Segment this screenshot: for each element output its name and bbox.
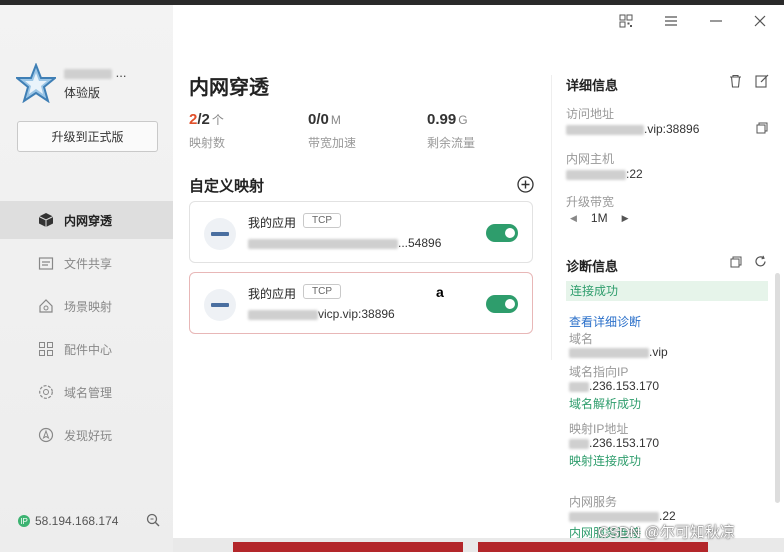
protocol-tag: TCP: [303, 284, 341, 299]
protocol-tag: TCP: [303, 213, 341, 228]
sidebar-item-label: 文件共享: [64, 256, 113, 271]
sidebar: ... 体验版 升级到正式版 内网穿透 文件共享 场景映射 配件中心 域名管理 …: [0, 5, 173, 552]
mapping-connect-status: 映射连接成功: [569, 454, 642, 468]
ip-badge-icon: IP: [18, 515, 30, 527]
menu-icon[interactable]: [664, 14, 678, 28]
stat-label: 映射数: [189, 136, 226, 150]
sidebar-item-label: 配件中心: [64, 342, 113, 357]
diagnosis-title: 诊断信息: [566, 259, 619, 274]
access-address-value: .vip:38896: [566, 122, 699, 136]
sidebar-item-domain[interactable]: 域名管理: [0, 373, 173, 411]
username: ...: [64, 65, 126, 80]
mapping-card[interactable]: 我的应用 TCP ...54896: [189, 201, 533, 263]
service-label: 内网服务: [569, 495, 618, 509]
sidebar-item-discover[interactable]: 发现好玩: [0, 416, 173, 454]
mapping-name: 我的应用: [248, 216, 297, 230]
panel-divider: [551, 75, 552, 360]
text-cursor: a: [436, 284, 444, 300]
sidebar-item-label: 内网穿透: [64, 213, 113, 228]
mapping-name: 我的应用: [248, 287, 297, 301]
connection-status: 连接成功: [566, 281, 768, 301]
sidebar-item-label: 域名管理: [64, 385, 113, 400]
app-window: ... 体验版 升级到正式版 内网穿透 文件共享 场景映射 配件中心 域名管理 …: [0, 5, 784, 552]
stat-unit: G: [458, 113, 468, 127]
stat-unit: M: [330, 113, 341, 127]
star-logo-icon: [16, 63, 56, 103]
ip-address: 58.194.168.174: [35, 514, 119, 528]
app-icon: [204, 218, 236, 250]
public-ip: IP 58.194.168.174: [18, 514, 118, 528]
sidebar-item-scene-mapping[interactable]: 场景映射: [0, 287, 173, 325]
sidebar-item-intranet[interactable]: 内网穿透: [0, 201, 173, 239]
folder-icon: [37, 255, 54, 272]
stat-value: /2: [197, 111, 210, 128]
stat-unit: 个: [211, 113, 224, 127]
domain-ip-value: .236.153.170: [569, 379, 659, 393]
copy-icon[interactable]: [756, 122, 768, 134]
mapping-address: vicp.vip:38896: [248, 307, 395, 321]
stat-bandwidth: 0/0 M 带宽加速: [308, 111, 356, 151]
domain-ip-label: 域名指向IP: [569, 365, 629, 379]
grid-icon: [37, 341, 54, 358]
view-diagnosis-link[interactable]: 查看详细诊断: [569, 313, 641, 330]
mapping-toggle[interactable]: [486, 224, 518, 242]
house-icon: [37, 298, 54, 315]
stat-value: 0/0: [308, 111, 329, 128]
close-icon[interactable]: [753, 14, 767, 28]
stat-traffic: 0.99 G 剩余流量: [427, 111, 475, 151]
sidebar-item-label: 场景映射: [64, 299, 113, 314]
sidebar-item-label: 发现好玩: [64, 428, 113, 443]
stat-label: 带宽加速: [308, 136, 357, 150]
scrollbar[interactable]: [775, 273, 780, 503]
copy-icon[interactable]: [730, 256, 742, 268]
search-refresh-icon[interactable]: [146, 513, 160, 527]
bandwidth-label: 升级带宽: [566, 195, 615, 209]
edition-label: 体验版: [64, 86, 101, 100]
trash-icon[interactable]: [729, 74, 742, 88]
sidebar-item-accessories[interactable]: 配件中心: [0, 330, 173, 368]
host-label: 内网主机: [566, 152, 615, 166]
bandwidth-stepper[interactable]: ◀ 1M ▶: [570, 211, 629, 225]
domain-value: .vip: [569, 345, 668, 359]
stat-label: 剩余流量: [427, 136, 476, 150]
compass-icon: [37, 427, 54, 444]
page-title: 内网穿透: [189, 77, 269, 99]
edit-icon[interactable]: [755, 74, 769, 88]
mapping-ip-label: 映射IP地址: [569, 422, 629, 436]
bandwidth-value: 1M: [590, 211, 608, 225]
cube-icon: [37, 212, 54, 229]
upgrade-button[interactable]: 升级到正式版: [17, 121, 158, 152]
watermark: CSDN @尔可知秋凉: [598, 524, 735, 541]
gear-globe-icon: [37, 384, 54, 401]
app-icon: [204, 289, 236, 321]
mapping-ip-value: .236.153.170: [569, 436, 659, 450]
custom-mapping-title: 自定义映射: [189, 178, 265, 195]
sidebar-item-file-share[interactable]: 文件共享: [0, 244, 173, 282]
access-address-label: 访问地址: [566, 107, 615, 121]
stat-value: 0.99: [427, 111, 457, 128]
add-mapping-icon[interactable]: [517, 176, 534, 193]
mapping-address: ...54896: [248, 236, 441, 250]
refresh-icon[interactable]: [754, 255, 767, 268]
mapping-card[interactable]: 我的应用 TCP vicp.vip:38896: [189, 272, 533, 334]
details-title: 详细信息: [566, 78, 619, 93]
domain-resolve-status: 域名解析成功: [569, 397, 642, 411]
increase-arrow-icon[interactable]: ▶: [622, 213, 629, 224]
mapping-toggle[interactable]: [486, 295, 518, 313]
stat-mapping-count: 2/2 个 映射数: [189, 111, 225, 151]
host-value: :22: [566, 167, 643, 181]
decrease-arrow-icon[interactable]: ◀: [570, 213, 577, 224]
minimize-icon[interactable]: [709, 14, 723, 28]
qrcode-icon[interactable]: [619, 14, 633, 28]
